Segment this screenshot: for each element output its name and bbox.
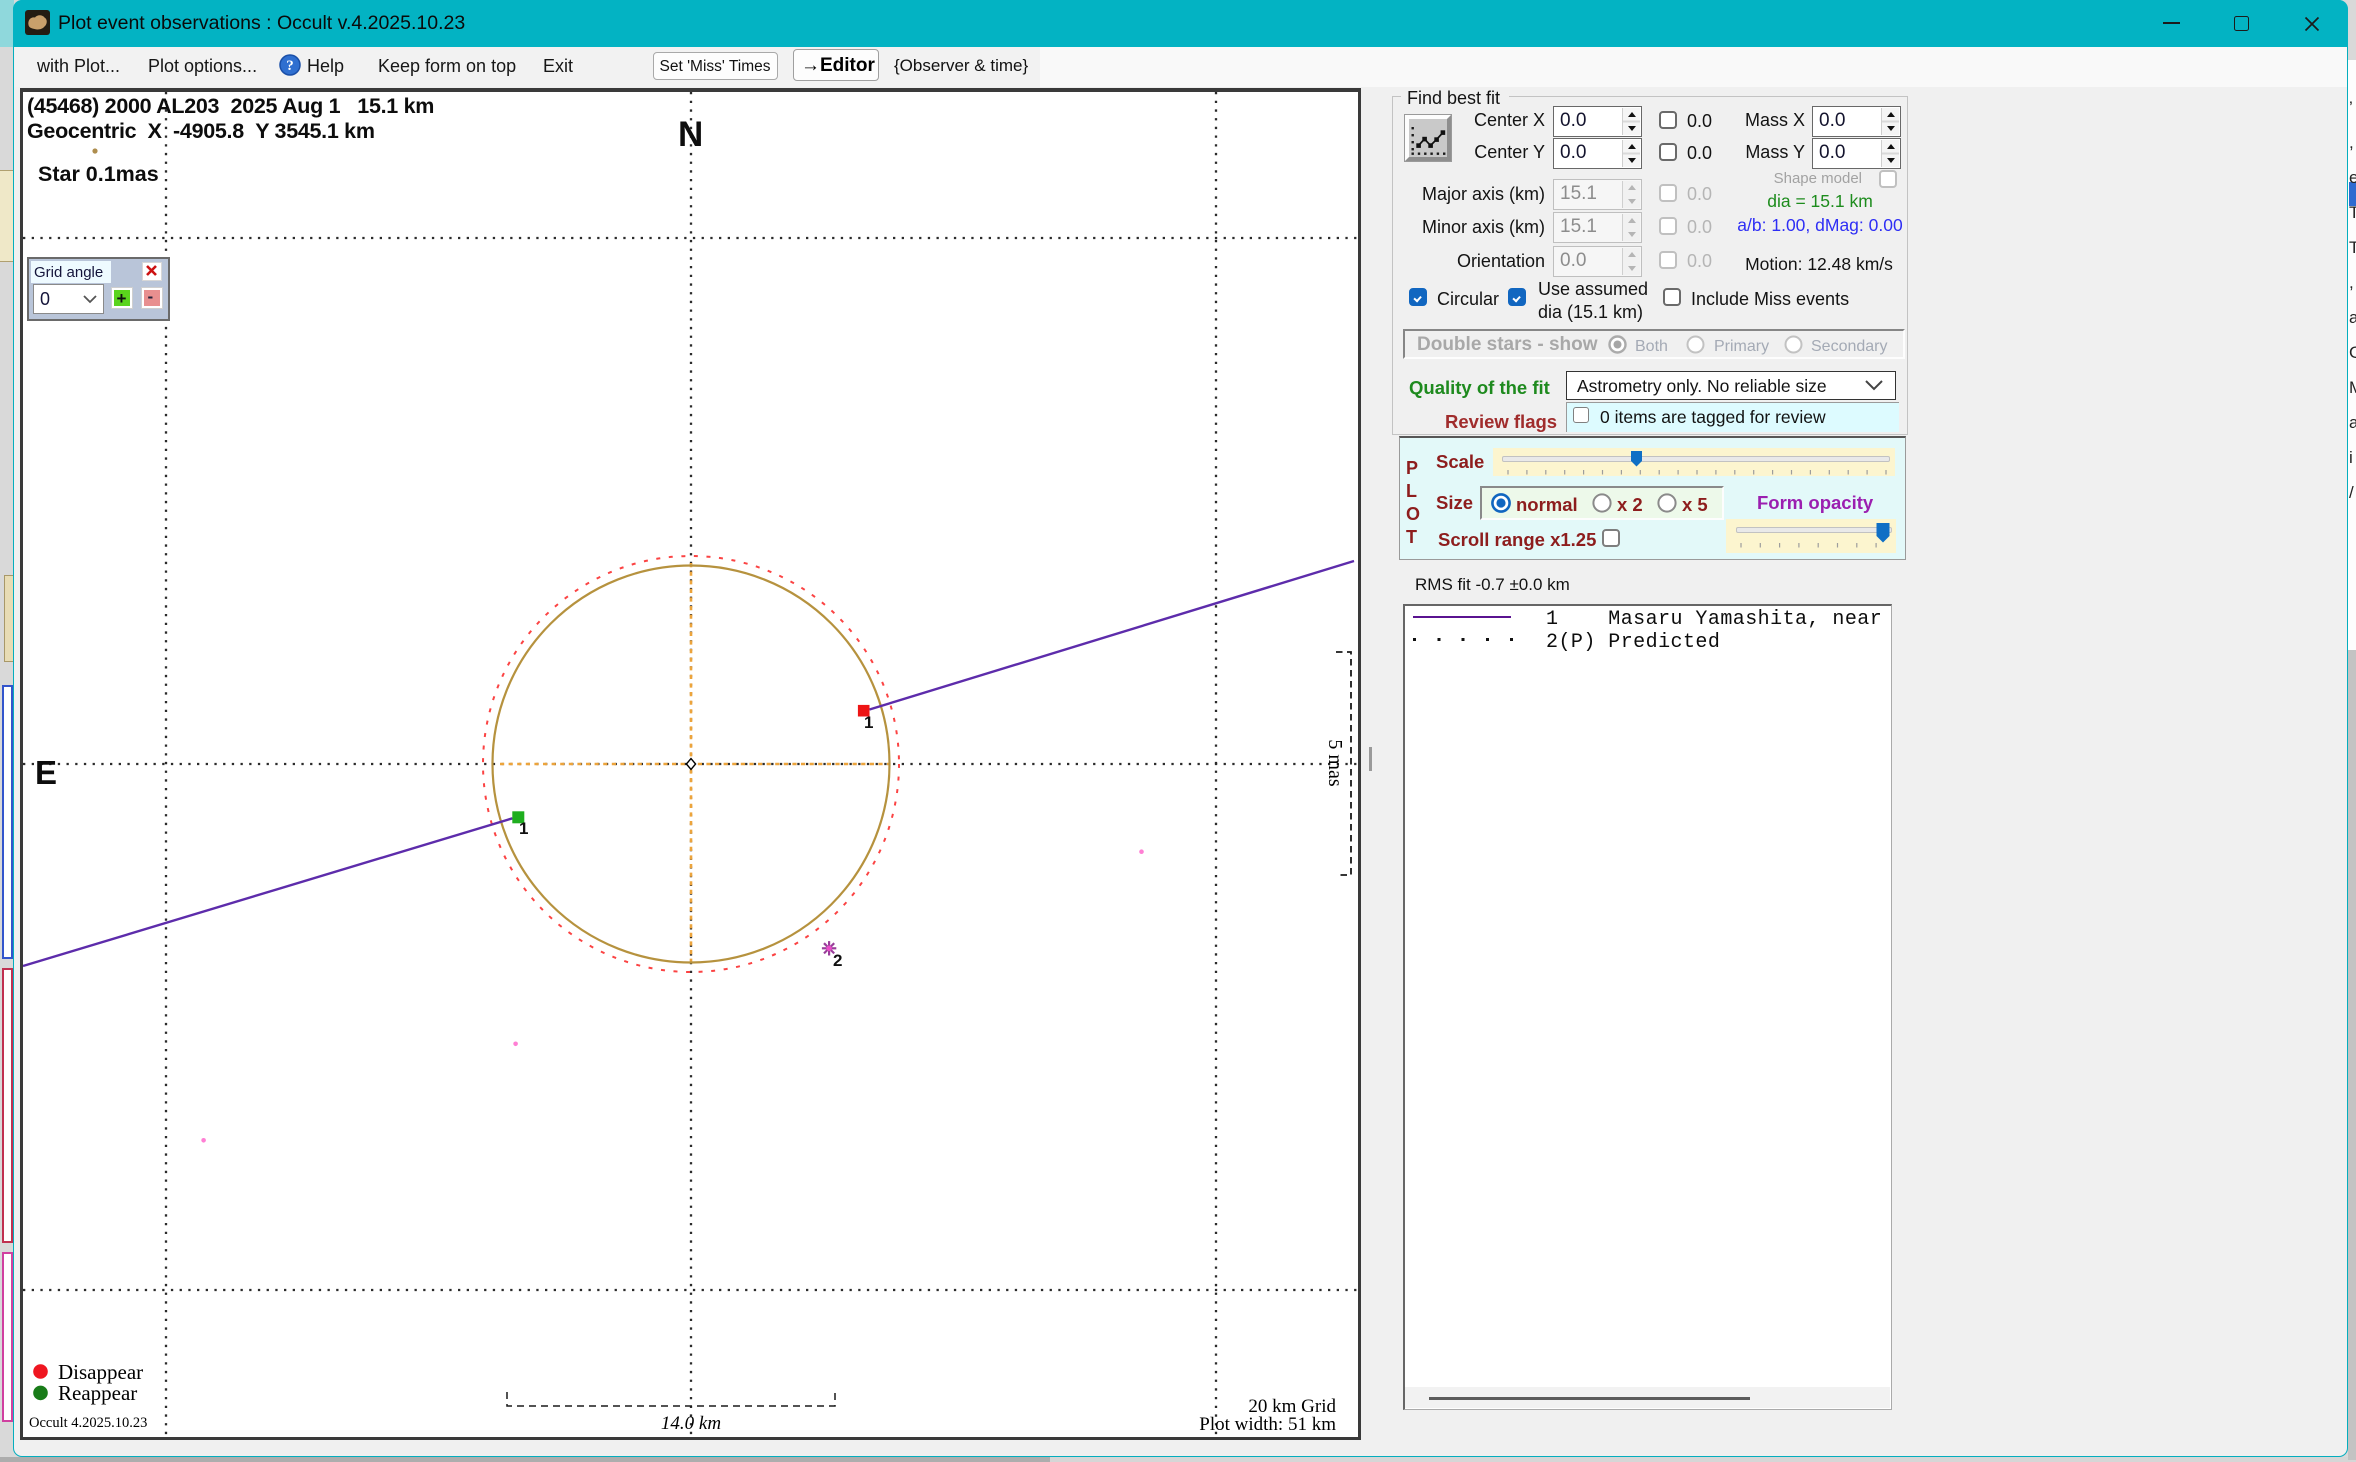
- svg-text:1: 1: [519, 819, 528, 838]
- svg-text:Occult 4.2025.10.23: Occult 4.2025.10.23: [29, 1415, 147, 1431]
- svg-text:2: 2: [833, 951, 842, 970]
- svg-text:Plot width: 51 km: Plot width: 51 km: [1199, 1414, 1336, 1435]
- svg-text:Star 0.1mas: Star 0.1mas: [38, 162, 159, 186]
- svg-text:1: 1: [864, 713, 873, 732]
- svg-text:Reappear: Reappear: [58, 1381, 137, 1405]
- svg-text:Geocentric X -4905.8 Y 3545: Geocentric X -4905.8 Y 3545.1 km: [27, 119, 375, 143]
- svg-text:E: E: [35, 754, 57, 791]
- svg-text:N: N: [678, 115, 703, 154]
- svg-text:5 mas: 5 mas: [1324, 739, 1346, 786]
- svg-text:(45468) 2000 AL203 2025 Aug 1: (45468) 2000 AL203 2025 Aug 1 15.1 km: [27, 94, 434, 118]
- svg-text:?: ?: [286, 58, 294, 74]
- svg-text:14.0 km: 14.0 km: [661, 1413, 721, 1434]
